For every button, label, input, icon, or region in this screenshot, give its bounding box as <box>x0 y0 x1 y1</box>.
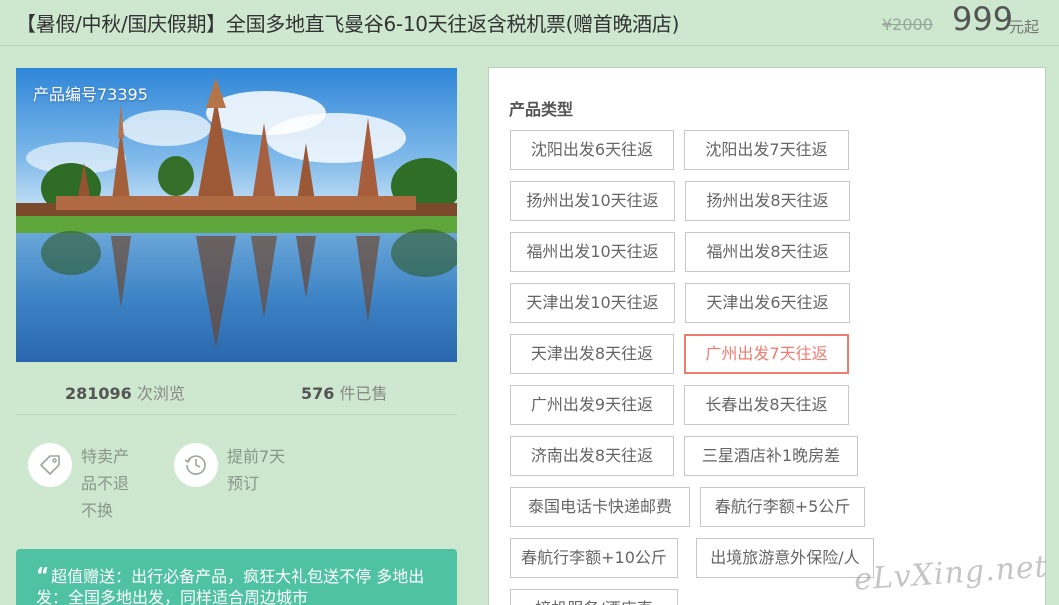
product-type-option[interactable]: 天津出发6天往返 <box>685 283 850 323</box>
product-type-option[interactable]: 扬州出发8天往返 <box>685 181 850 221</box>
product-type-option[interactable]: 泰国电话卡快递邮费 <box>510 487 690 527</box>
header-bar: 【暑假/中秋/国庆假期】全国多地直飞曼谷6-10天往返含税机票(赠首晚酒店) ¥… <box>0 0 1059 46</box>
product-type-option[interactable]: 沈阳出发6天往返 <box>510 130 674 170</box>
temple-photo <box>16 68 457 362</box>
views-count: 281096 <box>65 384 132 403</box>
original-price: ¥2000 <box>882 15 933 34</box>
sold-count: 576 <box>301 384 335 403</box>
product-type-option[interactable]: 春航行李额+5公斤 <box>700 487 865 527</box>
sale-price: 999 <box>952 0 1014 38</box>
price-unit: 元起 <box>1009 18 1040 36</box>
product-id: 产品编号73395 <box>33 85 148 104</box>
product-type-option[interactable]: 福州出发8天往返 <box>685 232 850 272</box>
gift-text: 超值赠送：出行必备产品，疯狂大礼包送不停 多地出发：全国多地出发，同样适合周边城… <box>36 567 425 605</box>
feature-text: 提前7天预订 <box>227 447 286 493</box>
product-type-option[interactable]: 长春出发8天往返 <box>684 385 849 425</box>
product-type-option[interactable]: 广州出发7天往返 <box>684 334 849 374</box>
product-stats: 281096 次浏览 576 件已售 <box>16 370 457 415</box>
product-type-option[interactable]: 接机服务/酒店直 <box>510 589 678 605</box>
product-type-panel: 产品类型 沈阳出发6天往返 沈阳出发7天往返 扬州出发10天往返 扬州出发8天往返 福州… <box>488 67 1046 605</box>
product-type-option[interactable]: 出境旅游意外保险/人 <box>696 538 874 578</box>
tag-icon <box>28 443 72 487</box>
sold-label: 件已售 <box>339 384 388 403</box>
quote-mark: “ <box>36 563 50 587</box>
gift-banner: “超值赠送：出行必备产品，疯狂大礼包送不停 多地出发：全国多地出发，同样适合周边… <box>16 549 457 605</box>
product-type-option[interactable]: 福州出发10天往返 <box>510 232 675 272</box>
product-type-option[interactable]: 天津出发8天往返 <box>510 334 674 374</box>
product-type-option[interactable]: 扬州出发10天往返 <box>510 181 675 221</box>
sold-stat: 576 件已售 <box>301 380 388 404</box>
product-image[interactable]: 产品编号73395 <box>16 68 457 362</box>
product-type-option[interactable]: 天津出发10天往返 <box>510 283 675 323</box>
product-type-option[interactable]: 广州出发9天往返 <box>510 385 674 425</box>
clock-icon <box>174 443 218 487</box>
views-label: 次浏览 <box>136 384 185 403</box>
product-type-option[interactable]: 春航行李额+10公斤 <box>510 538 678 578</box>
product-type-option[interactable]: 济南出发8天往返 <box>510 436 674 476</box>
product-type-option[interactable]: 沈阳出发7天往返 <box>684 130 849 170</box>
product-type-title: 产品类型 <box>509 100 574 119</box>
product-type-option[interactable]: 三星酒店补1晚房差 <box>684 436 858 476</box>
views-stat: 281096 次浏览 <box>65 380 185 404</box>
page-title: 【暑假/中秋/国庆假期】全国多地直飞曼谷6-10天往返含税机票(赠首晚酒店) <box>16 12 680 36</box>
feature-text: 特卖产品不退不换 <box>81 447 130 520</box>
